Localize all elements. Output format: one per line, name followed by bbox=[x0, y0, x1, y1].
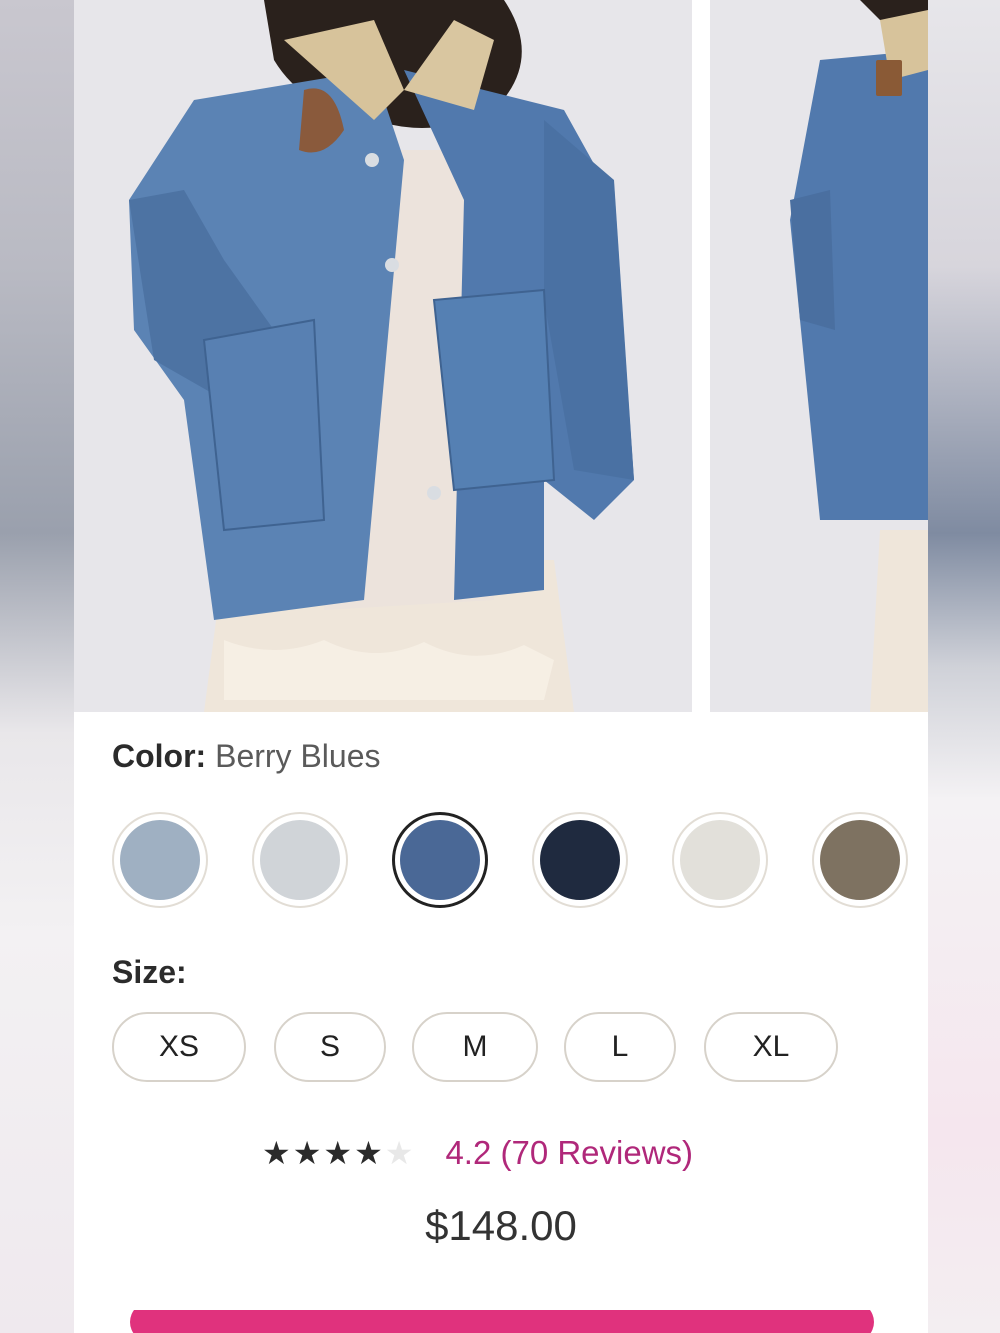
size-xs-button[interactable]: XS bbox=[112, 1012, 246, 1082]
add-to-bag-area bbox=[74, 1310, 928, 1333]
swatch-fill bbox=[260, 820, 340, 900]
color-selector-heading: Color: Berry Blues bbox=[112, 738, 380, 775]
swatch-pale-wash[interactable] bbox=[252, 812, 348, 908]
product-image-front[interactable] bbox=[74, 0, 692, 712]
swatch-fill bbox=[680, 820, 760, 900]
background-blur-right bbox=[926, 0, 1000, 1333]
add-to-bag-button[interactable] bbox=[130, 1310, 874, 1333]
swatch-ecru[interactable] bbox=[672, 812, 768, 908]
size-m-button[interactable]: M bbox=[412, 1012, 538, 1082]
background-blur-left bbox=[0, 0, 74, 1333]
filled-stars: ★★★★ bbox=[262, 1135, 385, 1171]
star-rating-icon: ★★★★★ bbox=[262, 1134, 415, 1172]
color-value: Berry Blues bbox=[215, 738, 381, 774]
swatch-brown[interactable] bbox=[812, 812, 908, 908]
swatch-fill bbox=[120, 820, 200, 900]
product-card: Color: Berry Blues Size: XS S M L XL ★★★… bbox=[74, 0, 928, 1310]
color-swatches bbox=[112, 812, 912, 908]
size-s-button[interactable]: S bbox=[274, 1012, 386, 1082]
rating-summary[interactable]: ★★★★★ 4.2 (70 Reviews) bbox=[262, 1130, 693, 1176]
swatch-fill bbox=[820, 820, 900, 900]
swatch-fill bbox=[540, 820, 620, 900]
swatch-dark-navy[interactable] bbox=[532, 812, 628, 908]
color-label: Color: bbox=[112, 738, 207, 774]
size-label: Size: bbox=[112, 954, 187, 990]
reviews-link[interactable]: 4.2 (70 Reviews) bbox=[445, 1134, 693, 1172]
size-l-button[interactable]: L bbox=[564, 1012, 676, 1082]
size-xl-button[interactable]: XL bbox=[704, 1012, 838, 1082]
product-price: $148.00 bbox=[425, 1202, 577, 1249]
swatch-berry-blues[interactable] bbox=[392, 812, 488, 908]
product-image-back[interactable] bbox=[710, 0, 928, 712]
swatch-fill bbox=[400, 820, 480, 900]
swatch-light-wash[interactable] bbox=[112, 812, 208, 908]
empty-star-icon: ★ bbox=[384, 1135, 416, 1171]
